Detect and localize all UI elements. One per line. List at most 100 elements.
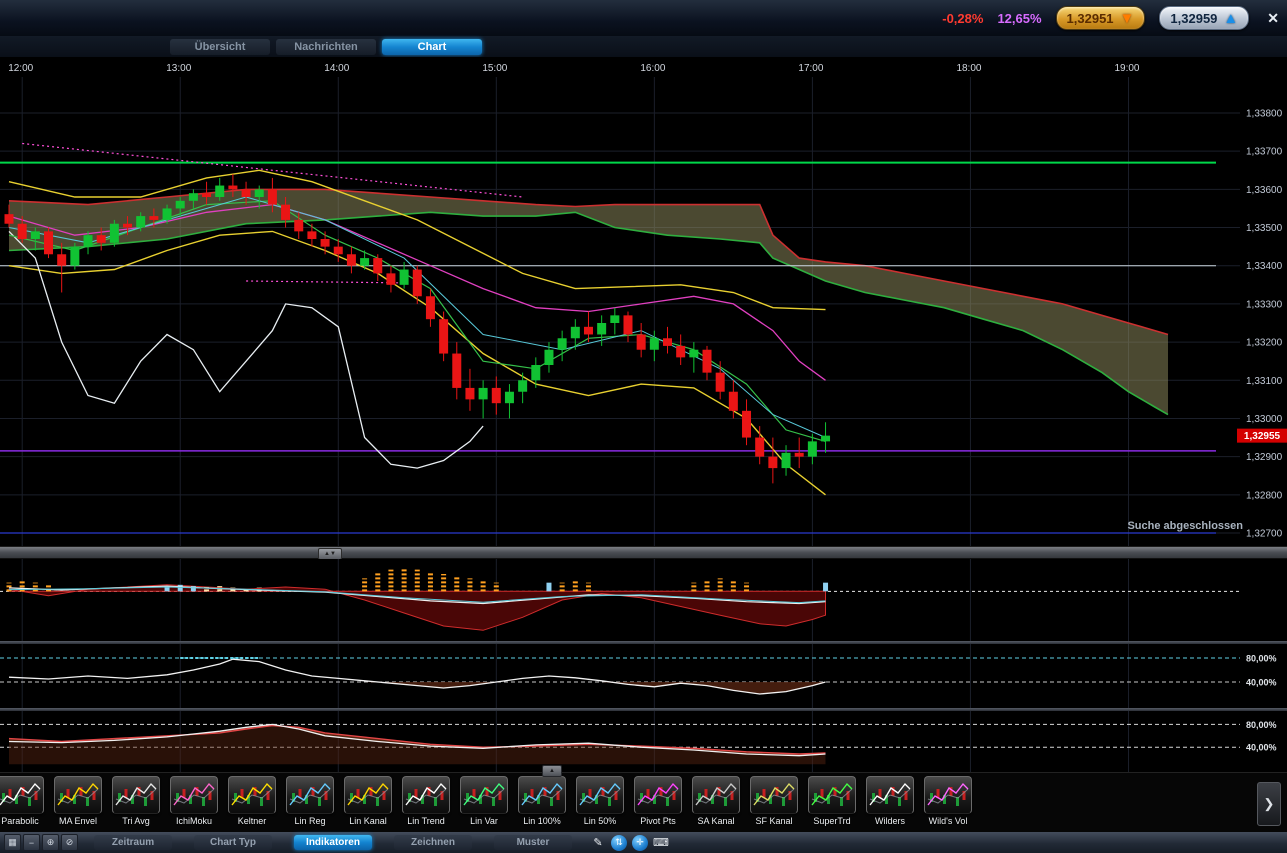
buy-price-button[interactable]: 1,32959 ▲ — [1159, 6, 1249, 30]
svg-text:80,00%: 80,00% — [1246, 720, 1277, 730]
pane-splitter[interactable]: ▲▼ — [0, 546, 1287, 559]
indicator-preview-icon — [866, 776, 914, 814]
toolbar-item-label: SA Kanal — [697, 816, 734, 826]
toolbar-item-label: Lin Reg — [294, 816, 325, 826]
svg-text:1,32700: 1,32700 — [1246, 529, 1283, 540]
ask-price: 1,32959 — [1170, 11, 1217, 26]
svg-text:14:00: 14:00 — [324, 63, 349, 74]
toolbar-item-wild-s-vol[interactable]: Wild's Vol — [923, 776, 973, 826]
sub1-svg[interactable] — [0, 559, 1287, 641]
svg-text:17:00: 17:00 — [798, 63, 823, 74]
indicator-preview-icon — [402, 776, 450, 814]
bottom-tab-indikatoren[interactable]: Indikatoren — [294, 835, 372, 850]
toolbar-item-lin-var[interactable]: Lin Var — [459, 776, 509, 826]
sub2-svg[interactable]: 80,00% 40,00% — [0, 644, 1287, 708]
toolbar-item-label: Lin 100% — [523, 816, 561, 826]
swap-icon[interactable]: ⇅ — [611, 835, 627, 851]
main-chart-region[interactable]: 1,338001,337001,336001,335001,334001,333… — [0, 57, 1287, 546]
toolbar-item-lin-reg[interactable]: Lin Reg — [285, 776, 335, 826]
svg-text:1,33000: 1,33000 — [1246, 414, 1283, 425]
stochastic-subplot-2[interactable]: 80,00%40,00% — [0, 711, 1287, 772]
toolbar-item-ichimoku[interactable]: IchiMoku — [169, 776, 219, 826]
search-status-text: Suche abgeschlossen — [1127, 520, 1243, 532]
svg-text:16:00: 16:00 — [640, 63, 665, 74]
bottom-tab-zeichnen[interactable]: Zeichnen — [394, 835, 472, 850]
title-bar: -0,28% 12,65% 1,32951 ▼ 1,32959 ▲ ✕ — [0, 0, 1287, 36]
indicator-preview-icon — [344, 776, 392, 814]
close-icon[interactable]: ✕ — [1267, 10, 1279, 27]
toolbar-item-lin-trend[interactable]: Lin Trend — [401, 776, 451, 826]
toolbar-item-lin-50-[interactable]: Lin 50% — [575, 776, 625, 826]
crosshair-icon[interactable]: ✛ — [632, 835, 648, 851]
toolbar-item-supertrd[interactable]: SuperTrd — [807, 776, 857, 826]
drawing-tools: ✎ ⇅ ✛ ⌨ — [590, 835, 669, 851]
bottom-tab-muster[interactable]: Muster — [494, 835, 572, 850]
sub3-svg[interactable]: 80,00%40,00% — [0, 711, 1287, 772]
toolbar-item-lin-kanal[interactable]: Lin Kanal — [343, 776, 393, 826]
toolbar-item-label: Wilders — [875, 816, 905, 826]
indicator-preview-icon — [228, 776, 276, 814]
keyboard-icon[interactable]: ⌨ — [653, 835, 669, 851]
toolbar-item-sa-kanal[interactable]: SA Kanal — [691, 776, 741, 826]
toolbar-collapse-icon[interactable]: ▲ — [542, 765, 562, 777]
tab-nachrichten[interactable]: Nachrichten — [276, 39, 376, 55]
svg-text:1,33600: 1,33600 — [1246, 185, 1283, 196]
svg-text:1,33500: 1,33500 — [1246, 223, 1283, 234]
bottom-tab-chart-typ[interactable]: Chart Typ — [194, 835, 272, 850]
bottom-tabs: Zeitraum Chart Typ Indikatoren Zeichnen Must… — [94, 835, 572, 850]
zoom-in-icon[interactable]: ⊕ — [42, 834, 59, 851]
toolbar-item-tri-avg[interactable]: Tri Avg — [111, 776, 161, 826]
tab-chart[interactable]: Chart — [382, 39, 482, 55]
main-chart-svg[interactable]: 1,338001,337001,336001,335001,334001,333… — [0, 57, 1287, 546]
indicator-preview-icon — [576, 776, 624, 814]
toolbar-item-keltner[interactable]: Keltner — [227, 776, 277, 826]
chart-window-icon[interactable]: ▦ — [4, 834, 21, 851]
pencil-icon[interactable]: ✎ — [590, 835, 606, 851]
toolbar-item-label: Lin Var — [470, 816, 498, 826]
svg-text:1,32900: 1,32900 — [1246, 452, 1283, 463]
toolbar-item-label: SuperTrd — [813, 816, 850, 826]
bottom-tab-zeitraum[interactable]: Zeitraum — [94, 835, 172, 850]
view-tabs: Übersicht Nachrichten Chart — [0, 36, 1287, 57]
svg-text:1,33400: 1,33400 — [1246, 261, 1283, 272]
svg-text:18:00: 18:00 — [956, 63, 981, 74]
sell-price-button[interactable]: 1,32951 ▼ — [1056, 6, 1146, 30]
zoom-out-icon[interactable]: − — [23, 834, 40, 851]
macd-subplot[interactable] — [0, 559, 1287, 641]
chart-controls: ▦−⊕⊘ — [4, 834, 78, 851]
svg-text:80,00%: 80,00% — [1246, 654, 1277, 664]
toolbar-item-wilders[interactable]: Wilders — [865, 776, 915, 826]
disable-icon[interactable]: ⊘ — [61, 834, 78, 851]
svg-text:40,00%: 40,00% — [1246, 678, 1277, 688]
toolbar-item-label: Pivot Pts — [640, 816, 676, 826]
svg-text:13:00: 13:00 — [166, 63, 191, 74]
svg-text:1,33800: 1,33800 — [1246, 109, 1283, 120]
indicator-preview-icon — [692, 776, 740, 814]
toolbar-item-parabolic[interactable]: Parabolic — [0, 776, 45, 826]
toolbar-item-pivot-pts[interactable]: Pivot Pts — [633, 776, 683, 826]
indicator-preview-icon — [460, 776, 508, 814]
svg-text:1,32800: 1,32800 — [1246, 490, 1283, 501]
toolbar-item-ma-envel[interactable]: MA Envel — [53, 776, 103, 826]
toolbar-item-label: Lin 50% — [584, 816, 617, 826]
toolbar-item-sf-kanal[interactable]: SF Kanal — [749, 776, 799, 826]
indicator-preview-icon — [808, 776, 856, 814]
indicator-preview-icon — [518, 776, 566, 814]
toolbar-scroll-right-icon[interactable]: ❯ — [1257, 782, 1281, 826]
toolbar-item-lin-100-[interactable]: Lin 100% — [517, 776, 567, 826]
toolbar-item-label: Wild's Vol — [929, 816, 968, 826]
toolbar-item-label: Tri Avg — [122, 816, 150, 826]
svg-text:12:00: 12:00 — [8, 63, 33, 74]
stochastic-subplot-1[interactable]: 80,00% 40,00% — [0, 644, 1287, 708]
toolbar-item-label: Parabolic — [1, 816, 39, 826]
arrow-down-icon: ▼ — [1120, 11, 1135, 26]
svg-text:1,33700: 1,33700 — [1246, 147, 1283, 158]
indicator-toolbar: Parabolic MA Envel Tri Avg IchiMokuKeltner L… — [0, 772, 1287, 832]
svg-text:1,33200: 1,33200 — [1246, 338, 1283, 349]
indicator-preview-icon — [634, 776, 682, 814]
indicator-preview-icon — [112, 776, 160, 814]
indicator-preview-icon — [170, 776, 218, 814]
tab--bersicht[interactable]: Übersicht — [170, 39, 270, 55]
toolbar-item-label: Lin Kanal — [349, 816, 387, 826]
svg-text:19:00: 19:00 — [1114, 63, 1139, 74]
